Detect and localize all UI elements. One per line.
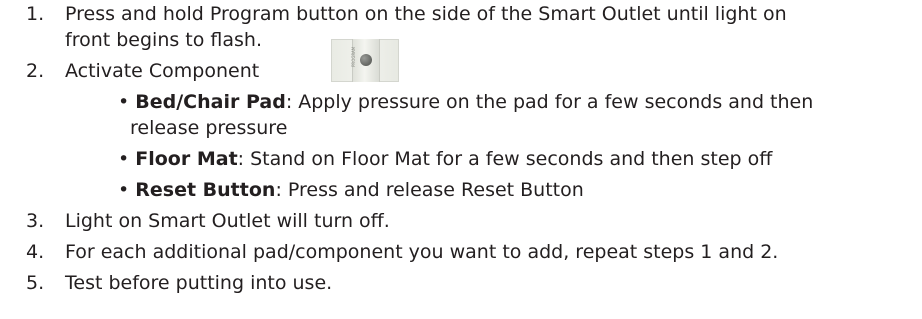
sub-item-text: : Apply pressure on the pad for a few se… — [285, 91, 814, 113]
bullet: • — [118, 148, 130, 170]
sub-item-term: Reset Button — [135, 179, 276, 201]
step-number: 4. — [26, 241, 45, 263]
sub-item-term: Floor Mat — [135, 148, 238, 170]
sub-item-text: release pressure — [130, 117, 288, 139]
bullet: • — [118, 91, 130, 113]
sub-item-term: Bed/Chair Pad — [135, 91, 286, 113]
step-text: Light on Smart Outlet will turn off. — [65, 210, 390, 232]
step-text: front begins to flash. — [65, 29, 263, 51]
bullet: • — [118, 179, 130, 201]
step-number: 1. — [26, 3, 45, 25]
program-button-image: PROGRAM — [331, 39, 399, 82]
step-number: 3. — [26, 210, 45, 232]
sub-item-text: : Stand on Floor Mat for a few seconds a… — [237, 148, 773, 170]
step-text: For each additional pad/component you wa… — [65, 241, 779, 263]
program-button-icon — [360, 54, 372, 66]
step-text: Press and hold Program button on the sid… — [65, 3, 787, 25]
outlet-side-panel: PROGRAM — [351, 39, 380, 82]
step-number: 5. — [26, 272, 45, 294]
step-text: Test before putting into use. — [65, 272, 333, 294]
sub-item-text: : Press and release Reset Button — [275, 179, 584, 201]
step-text: Activate Component — [65, 60, 260, 82]
step-number: 2. — [26, 60, 45, 82]
